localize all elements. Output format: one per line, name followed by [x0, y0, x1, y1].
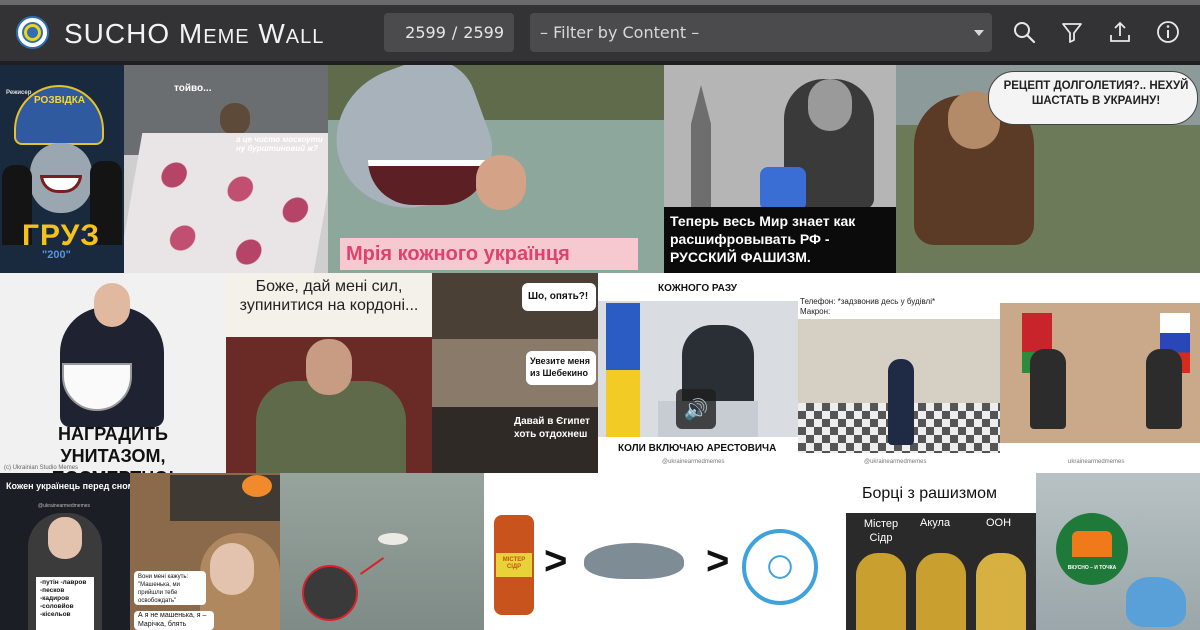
meme-card-before-sleep[interactable]: Кожен українець перед сном @ukrainearmed… [0, 473, 130, 630]
sucho-logo[interactable] [16, 16, 49, 49]
meme-card-fighters[interactable]: Борці з рашизмом Містер Сідр Акула ООН [846, 473, 1036, 630]
figure-face [94, 283, 130, 327]
meme-text: ГРУЗ [22, 219, 101, 252]
meme-text: Акула [920, 517, 951, 529]
meme-card-gruz[interactable]: Режисер РОЗВІДКА ГРУЗ "200" [0, 65, 124, 273]
meme-text: Увезите меня из Шебекино [530, 356, 590, 378]
cat-figure [220, 103, 250, 135]
meme-text: -путін -лавров -песков -кадиров -соловйо… [40, 579, 87, 618]
meme-card-cat-meat[interactable]: тойво... а це чисто москоути ну бурштино… [124, 65, 328, 273]
kremlin-tower [691, 85, 711, 215]
content-filter-label: – Filter by Content – [540, 23, 700, 42]
meme-card-arestovych[interactable]: КОЖНОГО РАЗУ 🔊 КОЛИ ВКЛЮЧАЮ АРЕСТОВИЧА @… [598, 273, 798, 473]
meme-text: Боже, дай мені сил, зупинитися на кордон… [239, 278, 419, 314]
meme-wall: Режисер РОЗВІДКА ГРУЗ "200" тойво... а ц… [0, 65, 1200, 630]
content-filter-select[interactable]: – Filter by Content – [530, 13, 992, 52]
meme-text: МІСТЕР СІДР [502, 557, 526, 570]
meme-text: Містер Сідр [863, 518, 899, 544]
meme-text: @ukrainearmedmemes [662, 459, 725, 465]
filter-icon[interactable] [1059, 19, 1085, 45]
dragon-2 [916, 553, 966, 630]
meme-card-shark-dream[interactable]: Мрія кожного українця [328, 65, 664, 273]
meme-text: РОЗВІДКА [34, 95, 86, 106]
meme-text: ukrainearmedmemes [1068, 459, 1125, 465]
app-title-smallcaps: Meme Wall [178, 18, 325, 49]
girl-face [210, 543, 254, 595]
meme-text: > [706, 539, 730, 583]
like-thumb [760, 167, 806, 211]
fire [242, 475, 272, 497]
chevron-down-icon [974, 30, 984, 36]
search-icon[interactable] [1011, 19, 1037, 45]
meme-card-marichka[interactable]: Вони мені кажуть: "Машенька, ми прийшли … [130, 473, 280, 630]
leader-face [808, 79, 852, 131]
meme-card-toilet-award[interactable]: НАГРАДИТЬ УНИТАЗОМ, ПОСМЕРТНО! (с) Ukrai… [0, 273, 226, 473]
meme-text: Макрон: [800, 307, 831, 316]
info-icon[interactable] [1155, 19, 1181, 45]
meme-text: Мрія кожного українця [346, 243, 570, 265]
general-face [306, 339, 352, 395]
counter-total: 2599 [463, 23, 504, 42]
meme-text: Теперь весь Мир знает как расшифровывать… [670, 213, 856, 265]
app-title: SUCHO Meme Wall [64, 18, 324, 50]
meme-text: РЕЦЕПТ ДОЛГОЛЕТИЯ?.. НЕХУЙ ШАСТАТЬ В УКР… [1003, 80, 1189, 107]
meme-text: КОЛИ ВКЛЮЧАЮ АРЕСТОВИЧА [618, 443, 777, 454]
meme-text: Кожен українець перед сном [6, 481, 130, 491]
swimmer-splash [378, 533, 408, 545]
meme-text: Режисер [6, 90, 32, 96]
meme-text: "200" [42, 249, 71, 261]
meme-counter[interactable]: 2599 / 2599 [384, 13, 514, 52]
meme-card-longevity[interactable]: РЕЦЕПТ ДОЛГОЛЕТИЯ?.. НЕХУЙ ШАСТАТЬ В УКР… [896, 65, 1200, 273]
meme-card-again[interactable]: Шо, опять?! Увезите меня из Шебекино Дав… [432, 273, 598, 473]
meme-text: @ukrainearmedmemes [38, 503, 91, 509]
dragon-1 [856, 553, 906, 630]
logo-mark [1072, 531, 1112, 557]
inset-portrait [302, 565, 358, 621]
un-emblem [742, 529, 818, 605]
meme-card-macron-phone[interactable]: Телефон: *задзвонив десь у будівлі* Макр… [798, 273, 1000, 473]
meme-text: Вони мені кажуть: "Машенька, ми прийшли … [138, 574, 189, 604]
meme-text: КОЖНОГО РАЗУ [658, 283, 737, 294]
meme-text: Борці з рашизмом [862, 485, 998, 502]
ukraine-flag [606, 303, 640, 437]
meme-text: Телефон: *задзвонив десь у будівлі* [800, 297, 936, 306]
meme-text: Давай в Єгипет хоть отдохнеш [514, 416, 590, 440]
girl-face [48, 517, 82, 559]
meme-text: > [544, 539, 568, 583]
meme-card-tasty-logo[interactable]: ВКУСНО – И ТОЧКА [1036, 473, 1200, 630]
meme-card-summit[interactable]: ukrainearmedmemes [1000, 273, 1200, 473]
person-right [1146, 349, 1182, 429]
meme-text: а це чисто москоути ну бурштиновий ж? [236, 135, 323, 153]
meme-text: (с) Ukrainian Studio Memes [4, 465, 79, 471]
logo-core [27, 27, 38, 38]
meme-text: тойво... [174, 83, 212, 94]
cartoon-shark [1126, 577, 1186, 627]
walking-figure [888, 359, 914, 445]
meme-card-russian-fascism[interactable]: Теперь весь Мир знает как расшифровывать… [664, 65, 896, 273]
meme-text: @ukrainearmedmemes [864, 459, 927, 465]
meme-card-comparison[interactable]: МІСТЕР СІДР > > [484, 473, 846, 630]
meme-text: Шо, опять?! [528, 291, 589, 302]
upload-icon[interactable] [1107, 19, 1133, 45]
shark-figure [584, 543, 684, 579]
swimmer [476, 155, 526, 210]
meme-card-shark-sea[interactable] [280, 473, 484, 630]
counter-current: 2599 [405, 23, 446, 42]
meme-text: ООН [986, 517, 1012, 529]
counter-separator: / [451, 23, 458, 42]
app-header: SUCHO Meme Wall 2599 / 2599 – Filter by Co… [0, 5, 1200, 61]
meme-text: ВКУСНО – И ТОЧКА [1067, 565, 1117, 571]
meme-card-give-strength[interactable]: Боже, дай мені сил, зупинитися на кордон… [226, 273, 432, 473]
volume-icon: 🔊 [676, 389, 716, 429]
meat-trays [124, 133, 328, 273]
dragon-3 [976, 553, 1026, 630]
app-title-main: SUCHO [64, 18, 179, 49]
meme-text: А я не машенька, я – Марічка, блять [138, 612, 207, 628]
person-left [1030, 349, 1066, 429]
